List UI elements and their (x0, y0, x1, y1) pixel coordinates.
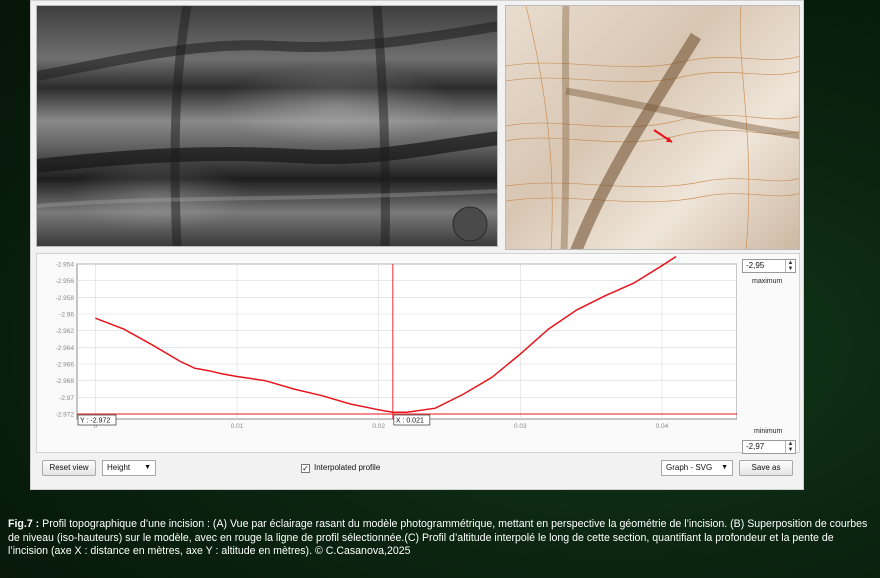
y-tick-label: -2.956 (56, 278, 75, 285)
reset-view-button[interactable]: Reset view (42, 460, 96, 476)
raking-light-render (36, 5, 498, 247)
export-format-value: Graph - SVG (666, 463, 713, 472)
profile-plot-panel[interactable]: -2.954 -2.956 -2.958 -2.96 -2.962 -2.964 -2.96… (36, 253, 800, 454)
axis-mode-value: Height (107, 463, 131, 472)
maximum-label: maximum (752, 278, 783, 285)
save-as-button[interactable]: Save as (739, 460, 793, 476)
y-tick-label: -2.968 (56, 378, 75, 385)
y-tick-label: -2.962 (56, 328, 75, 335)
chevron-down-icon: ▼ (144, 464, 151, 471)
spin-arrows-icon[interactable]: ▲ ▼ (785, 441, 795, 453)
minimum-value: -2,97 (746, 442, 765, 451)
y-tick-label: -2.966 (56, 362, 75, 369)
x-tick-label: 0.04 (656, 423, 669, 430)
cursor-x-label: X : 0.021 (396, 418, 424, 425)
plot-area (76, 263, 737, 420)
x-tick-label: 0.02 (372, 423, 385, 430)
profile-chart[interactable]: -2.954 -2.956 -2.958 -2.96 -2.962 -2.964 -2.96… (37, 254, 737, 454)
y-tick-label: -2.96 (59, 312, 74, 319)
y-tick-label: -2.954 (56, 262, 75, 269)
minimum-label: minimum (754, 428, 783, 435)
cursor-y-label: Y : -2.972 (80, 418, 110, 425)
y-tick-label: -2.972 (56, 412, 75, 419)
figure-frame: -2.954 -2.956 -2.958 -2.96 -2.962 -2.964 -2.96… (30, 0, 804, 490)
raking-light-relief (37, 6, 497, 246)
interpolated-label: Interpolated profile (314, 463, 381, 472)
x-tick-label: 0.01 (231, 423, 244, 430)
contour-lines (506, 6, 799, 249)
axis-mode-select[interactable]: Height ▼ (102, 460, 156, 476)
interpolated-profile-toggle[interactable]: ✓ Interpolated profile (301, 461, 380, 475)
profile-toolbar: Reset view Height ▼ ✓ Interpolated profil… (36, 457, 800, 479)
y-tick-label: -2.958 (56, 295, 75, 302)
chevron-down-icon: ▼ (721, 464, 728, 471)
minimum-spinbox[interactable]: -2,97 ▲ ▼ (742, 440, 796, 454)
contour-overlay-render (505, 5, 800, 250)
x-tick-label: 0.03 (514, 423, 527, 430)
y-tick-label: -2.964 (56, 345, 75, 352)
figure-caption: Fig.7 : Profil topographique d’une incis… (8, 518, 874, 559)
spin-arrows-icon[interactable]: ▲ ▼ (785, 260, 795, 272)
caption-text: Profil topographique d’une incision : (A… (8, 518, 868, 557)
maximum-spinbox[interactable]: -2,95 ▲ ▼ (742, 259, 796, 273)
maximum-value: -2,95 (746, 261, 765, 270)
interpolated-checkbox[interactable]: ✓ (301, 464, 310, 473)
y-tick-label: -2.97 (59, 395, 74, 402)
caption-label: Fig.7 : (8, 518, 40, 530)
export-format-select[interactable]: Graph - SVG ▼ (661, 460, 733, 476)
